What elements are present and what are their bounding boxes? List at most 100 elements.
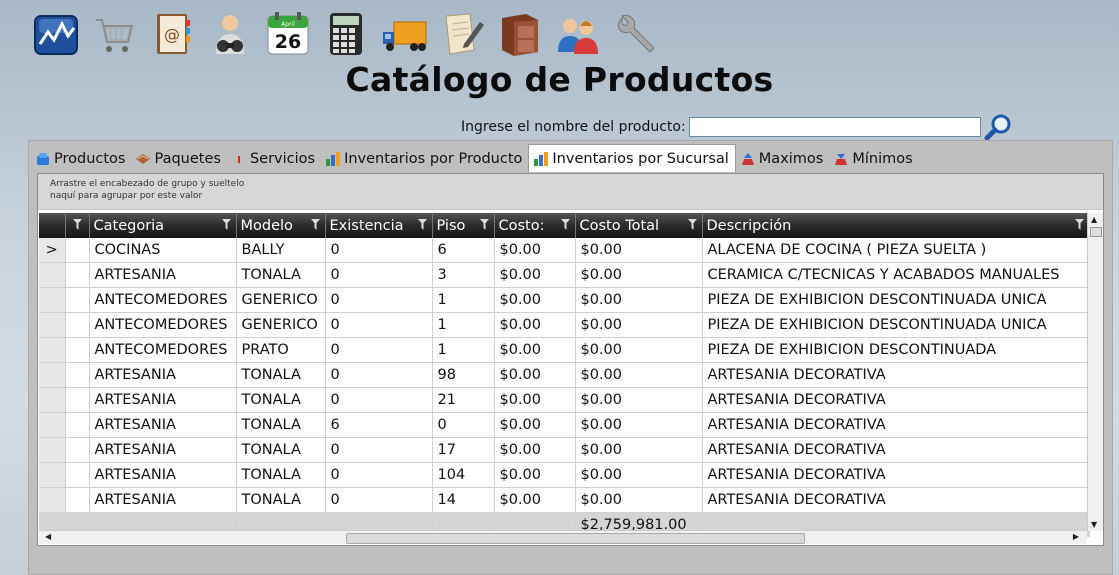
cell-piso[interactable]: 14	[432, 487, 495, 513]
table-row[interactable]: ANTECOMEDORES GENERICO 0 1 $0.00 $0.00 PIEZA D…	[39, 287, 1090, 313]
cell-costo[interactable]: $0.00	[494, 238, 576, 263]
cell-existencia[interactable]: 0	[325, 362, 433, 388]
table-row[interactable]: ARTESANIA TONALA 0 17 $0.00 $0.00 ARTESANIA DE…	[39, 437, 1090, 463]
cell-descripcion[interactable]: ALACENA DE COCINA ( PIEZA SUELTA )	[702, 238, 1090, 263]
product-search-input[interactable]	[688, 117, 981, 137]
vertical-scroll-thumb[interactable]	[1090, 227, 1102, 237]
row-selector[interactable]	[39, 362, 66, 388]
cell-categoria[interactable]: ARTESANIA	[89, 362, 237, 388]
cell-modelo[interactable]: TONALA	[236, 487, 326, 513]
scroll-down-icon[interactable]: ▼	[1091, 520, 1097, 529]
cell-categoria[interactable]: ANTECOMEDORES	[89, 337, 237, 363]
cell-existencia[interactable]: 0	[325, 312, 433, 338]
column-header-modelo[interactable]: Modelo	[236, 213, 326, 238]
cell-descripcion[interactable]: ARTESANIA DECORATIVA	[702, 412, 1090, 438]
scroll-left-icon[interactable]: ◀	[45, 532, 51, 541]
row-selector[interactable]	[39, 337, 66, 363]
tab-inventarios-por-sucursal[interactable]: Inventarios por Sucursal	[528, 144, 736, 172]
cell-existencia[interactable]: 0	[325, 262, 433, 288]
column-header-descripcion[interactable]: Descripción	[702, 213, 1090, 238]
cell-descripcion[interactable]: CERAMICA C/TECNICAS Y ACABADOS MANUALES	[702, 262, 1090, 288]
cell-modelo[interactable]: BALLY	[236, 238, 326, 263]
document-edit-icon[interactable]	[436, 8, 488, 60]
table-row[interactable]: ARTESANIA TONALA 0 104 $0.00 $0.00 ARTESANIA D…	[39, 462, 1090, 488]
column-header-categoria[interactable]: Categoria	[89, 213, 237, 238]
table-row[interactable]: ANTECOMEDORES PRATO 0 1 $0.00 $0.00 PIEZA DE E…	[39, 337, 1090, 363]
cell-costo-total[interactable]: $0.00	[575, 312, 703, 338]
filter-icon[interactable]	[72, 219, 82, 230]
cell-piso[interactable]: 21	[432, 387, 495, 413]
row-selector[interactable]	[39, 487, 66, 513]
filter-icon[interactable]	[310, 219, 320, 230]
cell-costo[interactable]: $0.00	[494, 412, 576, 438]
cell-costo-total[interactable]: $0.00	[575, 337, 703, 363]
horizontal-scrollbar[interactable]: ◀ ▶	[39, 530, 1087, 544]
calendar-icon[interactable]: April 26	[262, 8, 314, 60]
tab-servicios[interactable]: Servicios	[227, 147, 321, 171]
cell-existencia[interactable]: 0	[325, 387, 433, 413]
cell-costo-total[interactable]: $0.00	[575, 362, 703, 388]
tab-paquetes[interactable]: Paquetes	[131, 147, 226, 171]
row-selector[interactable]	[39, 262, 66, 288]
cell-existencia[interactable]: 6	[325, 412, 433, 438]
cell-costo[interactable]: $0.00	[494, 487, 576, 513]
cell-categoria[interactable]: ARTESANIA	[89, 387, 237, 413]
cell-costo[interactable]: $0.00	[494, 437, 576, 463]
cell-piso[interactable]: 1	[432, 287, 495, 313]
cell-descripcion[interactable]: ARTESANIA DECORATIVA	[702, 362, 1090, 388]
tab-inventarios-por-producto[interactable]: Inventarios por Producto	[321, 147, 528, 171]
cell-categoria[interactable]: ARTESANIA	[89, 262, 237, 288]
column-header-costo[interactable]: Costo:	[494, 213, 576, 238]
table-row[interactable]: ARTESANIA TONALA 0 3 $0.00 $0.00 CERAMICA C/TE…	[39, 262, 1090, 288]
cell-costo-total[interactable]: $0.00	[575, 437, 703, 463]
cell-modelo[interactable]: TONALA	[236, 387, 326, 413]
cell-modelo[interactable]: TONALA	[236, 262, 326, 288]
shopping-cart-icon[interactable]	[88, 8, 140, 60]
cell-existencia[interactable]: 0	[325, 238, 433, 263]
cell-costo-total[interactable]: $0.00	[575, 262, 703, 288]
cell-descripcion[interactable]: ARTESANIA DECORATIVA	[702, 437, 1090, 463]
cell-existencia[interactable]: 0	[325, 337, 433, 363]
cell-piso[interactable]: 1	[432, 312, 495, 338]
binoculars-person-icon[interactable]	[204, 8, 256, 60]
horizontal-scroll-thumb[interactable]	[346, 533, 805, 544]
search-icon[interactable]	[983, 112, 1013, 142]
filter-icon[interactable]	[221, 219, 231, 230]
cell-modelo[interactable]: GENERICO	[236, 287, 326, 313]
column-header-existencia[interactable]: Existencia	[325, 213, 433, 238]
vertical-scrollbar[interactable]: ▲ ▼	[1087, 213, 1103, 531]
cell-modelo[interactable]: TONALA	[236, 462, 326, 488]
table-row[interactable]: ARTESANIA TONALA 0 21 $0.00 $0.00 ARTESANIA DE…	[39, 387, 1090, 413]
cell-descripcion[interactable]: PIEZA DE EXHIBICION DESCONTINUADA	[702, 337, 1090, 363]
cell-descripcion[interactable]: ARTESANIA DECORATIVA	[702, 462, 1090, 488]
cell-modelo[interactable]: TONALA	[236, 412, 326, 438]
cell-costo[interactable]: $0.00	[494, 262, 576, 288]
cell-costo[interactable]: $0.00	[494, 362, 576, 388]
row-selector[interactable]	[39, 412, 66, 438]
cell-piso[interactable]: 98	[432, 362, 495, 388]
cell-costo[interactable]: $0.00	[494, 387, 576, 413]
filter-column-header[interactable]	[65, 213, 90, 238]
filter-icon[interactable]	[560, 219, 570, 230]
cell-existencia[interactable]: 0	[325, 462, 433, 488]
table-row[interactable]: ARTESANIA TONALA 0 14 $0.00 $0.00 ARTESANIA DE…	[39, 487, 1090, 513]
cell-categoria[interactable]: ANTECOMEDORES	[89, 312, 237, 338]
cell-descripcion[interactable]: ARTESANIA DECORATIVA	[702, 387, 1090, 413]
cell-existencia[interactable]: 0	[325, 287, 433, 313]
table-row[interactable]: ANTECOMEDORES GENERICO 0 1 $0.00 $0.00 PIEZA D…	[39, 312, 1090, 338]
table-row[interactable]: ARTESANIA TONALA 0 98 $0.00 $0.00 ARTESANIA DE…	[39, 362, 1090, 388]
cell-piso[interactable]: 6	[432, 238, 495, 263]
column-header-piso[interactable]: Piso	[432, 213, 495, 238]
table-row[interactable]: > COCINAS BALLY 0 6 $0.00 $0.00 ALACENA DE COCI…	[39, 238, 1090, 263]
row-selector[interactable]	[39, 437, 66, 463]
delivery-truck-icon[interactable]	[378, 8, 430, 60]
scroll-right-icon[interactable]: ▶	[1073, 532, 1079, 541]
cell-existencia[interactable]: 0	[325, 487, 433, 513]
row-selector[interactable]	[39, 312, 66, 338]
furniture-cabinet-icon[interactable]	[494, 8, 546, 60]
wrench-settings-icon[interactable]	[610, 8, 662, 60]
cell-piso[interactable]: 3	[432, 262, 495, 288]
address-book-icon[interactable]: @	[146, 8, 198, 60]
cell-costo-total[interactable]: $0.00	[575, 287, 703, 313]
cell-costo[interactable]: $0.00	[494, 462, 576, 488]
